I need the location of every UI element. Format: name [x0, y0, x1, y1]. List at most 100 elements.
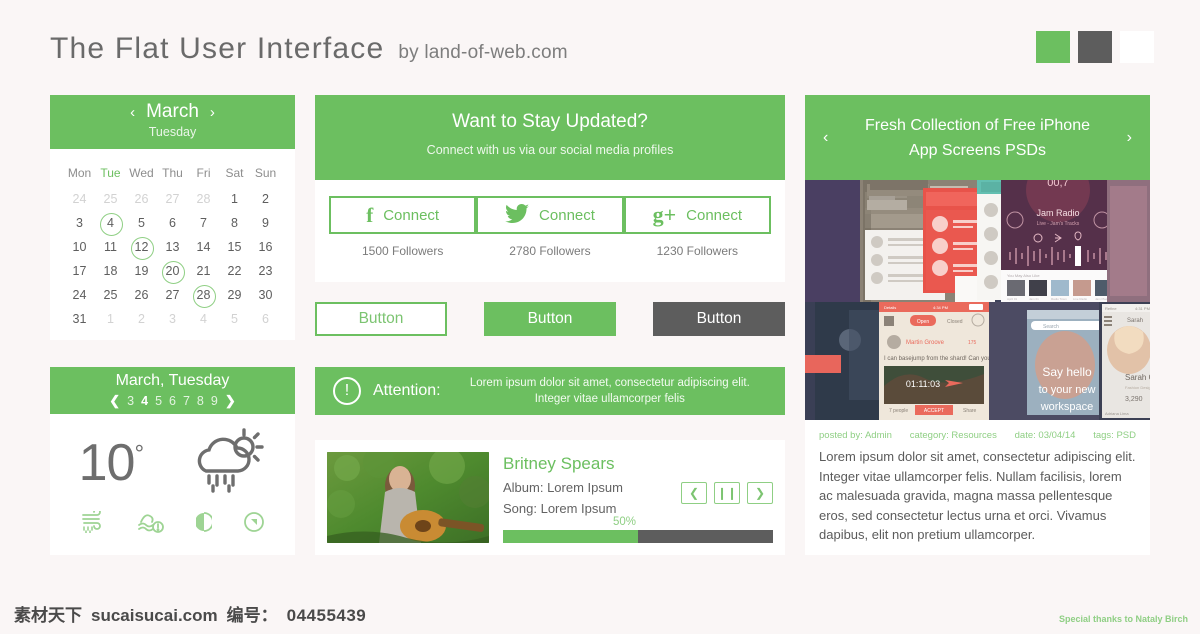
calendar-day-cell[interactable]: 5: [219, 307, 250, 331]
weather-day-option[interactable]: 7: [183, 394, 190, 408]
music-player-widget: Britney Spears Album: Lorem Ipsum Song: …: [315, 440, 785, 555]
calendar-day-cell[interactable]: 29: [219, 283, 250, 307]
weather-day-option[interactable]: 3: [127, 394, 134, 408]
svg-text:April 01: April 01: [1007, 297, 1018, 301]
calendar-next-icon[interactable]: ›: [210, 104, 215, 121]
google-plus-connect-button[interactable]: g+ Connect: [623, 196, 771, 234]
weather-day-option[interactable]: 6: [169, 394, 176, 408]
calendar-day-cell[interactable]: 18: [95, 259, 126, 283]
promo-screenshot-collage: 00,7 Jam Radio Live - Jam's Tracks You M…: [805, 180, 1150, 420]
color-swatches: [1036, 31, 1154, 63]
calendar-day-cell[interactable]: 6: [157, 211, 188, 235]
next-track-button[interactable]: ❯: [747, 482, 773, 504]
calendar-prev-icon[interactable]: ‹: [130, 104, 135, 121]
calendar-day-cell[interactable]: 14: [188, 235, 219, 259]
moon-phase-icon[interactable]: [196, 511, 213, 533]
page-title: The Flat User Interface: [50, 32, 385, 65]
playback-controls: ❮ ❙❙ ❯: [681, 482, 773, 504]
calendar-day-cell[interactable]: 2: [250, 187, 281, 211]
calendar-day-cell[interactable]: 10: [64, 235, 95, 259]
calendar-day-cell[interactable]: 20: [157, 259, 188, 284]
watermark-label: 编号：: [226, 606, 278, 625]
calendar-week-row: 3456789: [64, 211, 281, 236]
weather-day-option[interactable]: 4: [141, 394, 148, 408]
button-ghost[interactable]: Button: [315, 302, 447, 336]
calendar-day-cell[interactable]: 31: [64, 307, 95, 331]
calendar-day-cell[interactable]: 4: [95, 211, 126, 236]
calendar-day-cell[interactable]: 25: [95, 187, 126, 211]
calendar-day-cell[interactable]: 17: [64, 259, 95, 283]
weather-day-option[interactable]: 9: [211, 394, 218, 408]
svg-text:Refine: Refine: [1105, 306, 1117, 311]
calendar-day-cell[interactable]: 30: [250, 283, 281, 307]
twitter-connect-button[interactable]: Connect: [476, 196, 624, 234]
calendar-day-cell[interactable]: 13: [157, 235, 188, 259]
calendar-day-cell[interactable]: 22: [219, 259, 250, 283]
calendar-day-cell[interactable]: 1: [95, 307, 126, 331]
rain-wind-icon[interactable]: [80, 511, 106, 533]
promo-meta-tags: tags: PSD: [1093, 430, 1136, 441]
weather-day-option[interactable]: 5: [155, 394, 162, 408]
previous-track-button[interactable]: ❮: [681, 482, 707, 504]
promo-meta: posted by: Admin category: Resources dat…: [805, 420, 1150, 441]
svg-text:Sarah: Sarah: [1127, 318, 1143, 324]
progress-bar[interactable]: [503, 530, 773, 543]
swatch-dark: [1078, 31, 1112, 63]
svg-text:Fashion Designer: Fashion Designer: [1125, 385, 1150, 390]
page-byline: by land-of-web.com: [398, 42, 568, 63]
svg-text:00,7: 00,7: [1047, 180, 1068, 189]
watermark: 素材天下 sucaisucai.com 编号： 04455439: [14, 601, 366, 626]
calendar-day-header: Thu: [162, 166, 183, 180]
calendar-day-cell[interactable]: 26: [126, 187, 157, 211]
album-artwork: [327, 452, 489, 543]
weather-title: March, Tuesday: [115, 372, 230, 389]
calendar-day-cell[interactable]: 28: [188, 283, 219, 308]
calendar-day-cell[interactable]: 11: [95, 235, 126, 259]
weather-day-option[interactable]: 8: [197, 394, 204, 408]
social-subtitle: Connect with us via our social media pro…: [426, 143, 674, 157]
calendar-day-cell[interactable]: 24: [64, 187, 95, 211]
calendar-day-cell[interactable]: 1: [219, 187, 250, 211]
calendar-day-cell[interactable]: 5: [126, 211, 157, 235]
svg-text:Live Radio: Live Radio: [1073, 297, 1088, 301]
promo-widget: ‹ Fresh Collection of Free iPhone App Sc…: [805, 95, 1150, 555]
calendar-day-cell[interactable]: 23: [250, 259, 281, 283]
swatch-green: [1036, 31, 1070, 63]
waves-warning-icon[interactable]: [137, 511, 165, 533]
button-dark[interactable]: Button: [653, 302, 785, 336]
weather-prev-icon[interactable]: ❮: [109, 393, 120, 409]
button-row: Button Button Button: [315, 302, 785, 336]
calendar-day-cell[interactable]: 3: [64, 211, 95, 235]
page-header: The Flat User Interface by land-of-web.c…: [50, 32, 568, 66]
facebook-connect-button[interactable]: f Connect: [329, 196, 477, 234]
calendar-day-cell[interactable]: 15: [219, 235, 250, 259]
promo-title: Fresh Collection of Free iPhone App Scre…: [828, 113, 1126, 163]
calendar-day-cell[interactable]: 7: [188, 211, 219, 235]
calendar-day-cell[interactable]: 24: [64, 283, 95, 307]
calendar-day-cell[interactable]: 12: [126, 235, 157, 260]
pause-button[interactable]: ❙❙: [714, 482, 740, 504]
calendar-day-cell[interactable]: 21: [188, 259, 219, 283]
calendar-day-cell[interactable]: 19: [126, 259, 157, 283]
calendar-day-cell[interactable]: 4: [188, 307, 219, 331]
calendar-day-cell[interactable]: 27: [157, 187, 188, 211]
weather-next-icon[interactable]: ❯: [225, 393, 236, 409]
calendar-widget: ‹ March › Tuesday Mon Tue Wed Thu Fri Sa…: [50, 95, 295, 340]
promo-next-icon[interactable]: ›: [1127, 129, 1132, 147]
calendar-day-cell[interactable]: 2: [126, 307, 157, 331]
calendar-day-cell[interactable]: 3: [157, 307, 188, 331]
svg-text:You May Also Like: You May Also Like: [1007, 273, 1040, 278]
social-connect-label: Connect: [686, 206, 743, 224]
compass-icon[interactable]: [243, 511, 265, 533]
calendar-day-cell[interactable]: 16: [250, 235, 281, 259]
attention-banner: ! Attention: Lorem ipsum dolor sit amet,…: [315, 367, 785, 415]
calendar-day-cell[interactable]: 28: [188, 187, 219, 211]
calendar-day-cell[interactable]: 25: [95, 283, 126, 307]
svg-text:Radio Town: Radio Town: [1051, 297, 1067, 301]
calendar-day-cell[interactable]: 6: [250, 307, 281, 331]
calendar-day-cell[interactable]: 26: [126, 283, 157, 307]
button-solid[interactable]: Button: [484, 302, 616, 336]
calendar-day-cell[interactable]: 27: [157, 283, 188, 307]
calendar-day-cell[interactable]: 8: [219, 211, 250, 235]
calendar-day-cell[interactable]: 9: [250, 211, 281, 235]
